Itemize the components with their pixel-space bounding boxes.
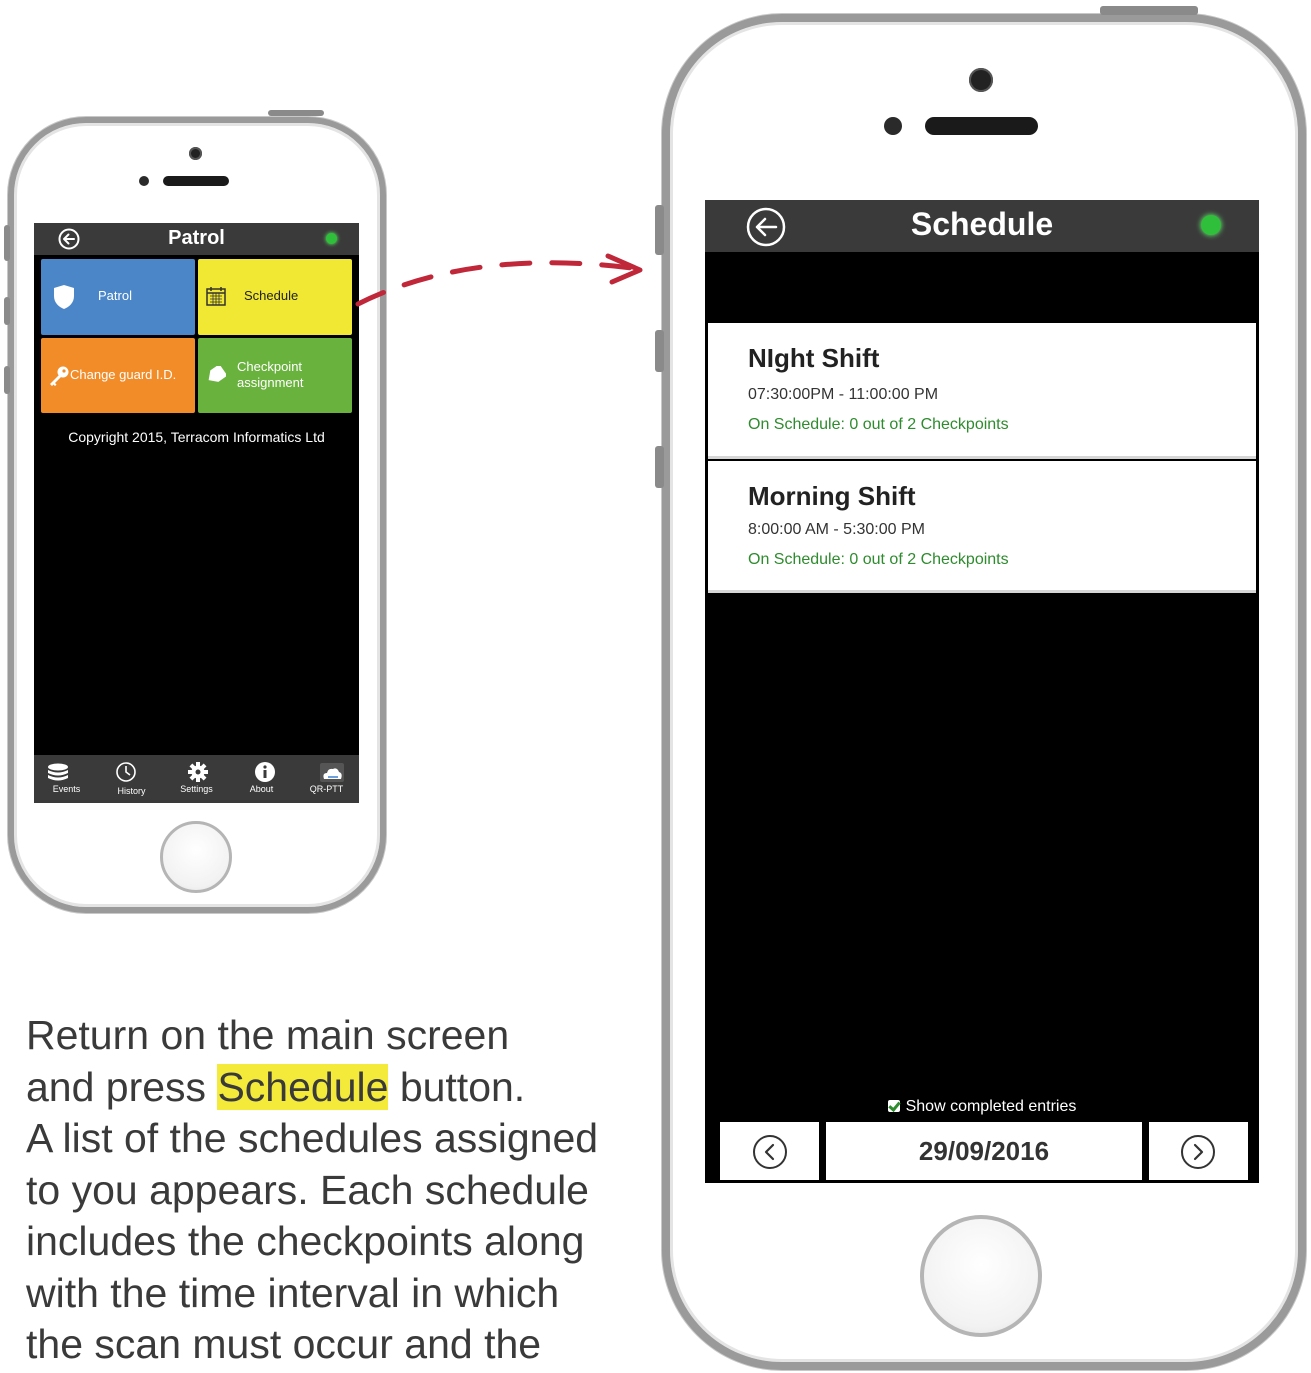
key-icon [50, 366, 69, 386]
volume-down-button [4, 366, 10, 394]
tab-events-label: Events [52, 784, 81, 794]
highlighted-schedule-word: Schedule [217, 1063, 389, 1110]
instruction-text: Return on the main screen and press Sche… [26, 1010, 626, 1371]
schedule-name: Morning Shift [748, 481, 916, 511]
shield-icon [54, 285, 74, 309]
instruction-fragment: button. [388, 1063, 526, 1110]
schedule-screen: Schedule NIght Shift 07:30:00PM - 11:00:… [705, 200, 1259, 1183]
checkpoint-assignment-button[interactable]: Checkpoint assignment [198, 338, 352, 413]
patrol-screen: Patrol Patrol Schedule Change guard I.D. [34, 223, 359, 803]
checkpoint-assignment-label: Checkpoint assignment [237, 359, 304, 390]
instruction-line: the scan must occur and the [26, 1321, 542, 1367]
page-title: Schedule [910, 206, 1054, 242]
volume-down-button [655, 446, 664, 488]
schedule-item-night-shift[interactable]: NIght Shift 07:30:00PM - 11:00:00 PM On … [708, 323, 1256, 459]
earpiece-speaker [925, 117, 1038, 135]
chevron-right-icon [1181, 1135, 1215, 1169]
instruction-line: and press Schedule button. [26, 1062, 626, 1114]
patrol-button-label: Patrol [98, 288, 132, 303]
silent-switch [655, 205, 664, 255]
app-header: Schedule [705, 200, 1259, 252]
tab-settings-label: Settings [180, 784, 213, 794]
silent-switch [4, 225, 10, 261]
change-guard-id-label: Change guard I.D. [70, 367, 177, 382]
instruction-line: with the time interval in which [26, 1269, 560, 1316]
next-date-button[interactable] [1149, 1122, 1248, 1180]
volume-up-button [655, 330, 664, 372]
show-completed-checkbox[interactable] [887, 1100, 900, 1112]
schedule-status: On Schedule: 0 out of 2 Checkpoints [748, 551, 1009, 568]
instruction-fragment: and press [26, 1063, 218, 1110]
schedule-status: On Schedule: 0 out of 2 Checkpoints [748, 416, 1009, 433]
previous-date-button[interactable] [720, 1122, 819, 1180]
schedule-name: NIght Shift [748, 343, 880, 373]
page-title: Patrol [168, 227, 225, 249]
chevron-left-icon [753, 1135, 787, 1169]
front-camera [969, 68, 993, 92]
schedule-button[interactable]: Schedule [198, 259, 352, 335]
sensor-dot [139, 176, 149, 186]
database-icon [48, 763, 68, 781]
tag-icon [208, 366, 226, 382]
connection-status-led [1201, 215, 1221, 235]
tab-history[interactable]: History [99, 755, 164, 803]
show-completed-label: Show completed entries [905, 1098, 1077, 1115]
tab-settings[interactable]: Settings [164, 755, 229, 803]
patrol-button[interactable]: Patrol [41, 259, 195, 335]
sensor-dot [884, 117, 902, 135]
cloud-icon [320, 763, 344, 782]
calendar-icon [206, 287, 226, 306]
schedule-time: 07:30:00PM - 11:00:00 PM [748, 386, 939, 403]
gear-icon [188, 762, 208, 782]
instruction-line: to you appears. Each schedule [26, 1166, 589, 1213]
earpiece-speaker [163, 176, 229, 186]
tab-about[interactable]: About [229, 755, 294, 803]
front-camera [189, 147, 202, 160]
tab-about-label: About [249, 784, 274, 794]
show-completed-toggle[interactable]: Show completed entries [705, 1098, 1259, 1116]
date-display[interactable]: 29/09/2016 [826, 1122, 1142, 1180]
copyright-text: Copyright 2015, Terracom Informatics Ltd [68, 429, 325, 445]
app-header: Patrol [34, 223, 359, 255]
connection-status-led [326, 233, 337, 244]
change-guard-id-button[interactable]: Change guard I.D. [41, 338, 195, 413]
bottom-tab-bar: Events History Settings About QR-PTT [34, 755, 359, 803]
volume-up-button [4, 297, 10, 325]
power-button [1100, 6, 1198, 15]
power-button [268, 110, 324, 116]
home-button[interactable] [160, 821, 232, 893]
dashed-arrow-connector [355, 253, 643, 307]
tab-qr-ptt-label: QR-PTT [309, 784, 344, 794]
info-icon [255, 762, 275, 782]
schedule-item-morning-shift[interactable]: Morning Shift 8:00:00 AM - 5:30:00 PM On… [708, 461, 1256, 593]
schedule-time: 8:00:00 AM - 5:30:00 PM [748, 521, 925, 538]
instruction-line: Return on the main screen [26, 1012, 510, 1058]
home-button[interactable] [920, 1215, 1042, 1337]
tab-history-label: History [117, 786, 146, 796]
instruction-line: A list of the schedules assigned [26, 1115, 599, 1161]
tab-events[interactable]: Events [34, 755, 99, 803]
clock-icon [116, 762, 136, 782]
instruction-line: includes the checkpoints along [26, 1218, 585, 1264]
tab-qr-ptt[interactable]: QR-PTT [294, 755, 359, 803]
schedule-button-label: Schedule [244, 288, 299, 303]
